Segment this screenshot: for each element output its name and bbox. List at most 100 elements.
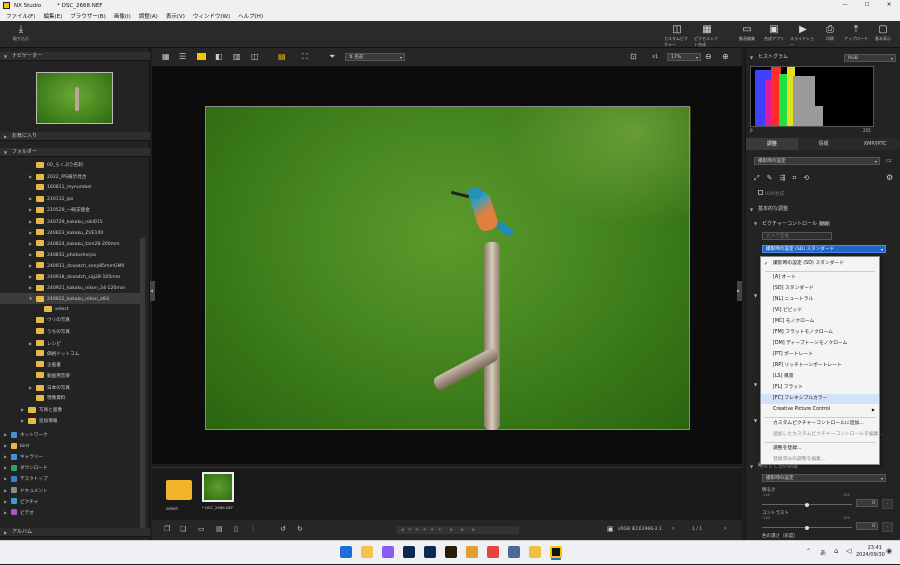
picture-control-option[interactable]: Creative Picture Control ▶	[761, 405, 879, 415]
copy-icon[interactable]: ❐	[164, 525, 170, 533]
tab-adjust[interactable]: 調整	[746, 138, 798, 150]
filmstrip-item-select[interactable]: select	[164, 476, 194, 516]
volume-icon[interactable]: ◁	[846, 547, 851, 555]
expand-arrow-icon[interactable]: ▶	[29, 216, 36, 227]
sort-dropdown[interactable]: ⇅ 名前 ▾	[345, 53, 405, 61]
place-item[interactable]: ▶ ネットワーク	[0, 429, 48, 440]
brightness-value[interactable]: 0	[856, 499, 878, 507]
close-button[interactable]: ✕	[878, 0, 900, 11]
place-item[interactable]: ▶ デスクトップ	[0, 473, 48, 484]
place-item[interactable]: ▶ ギャラリー	[0, 451, 43, 462]
contrast-slider[interactable]	[762, 525, 852, 530]
preset-dropdown[interactable]: 撮影時の設定 ▾	[754, 157, 880, 165]
contrast-reset-button[interactable]: ·	[882, 522, 893, 532]
menu-file[interactable]: ファイル(F)	[6, 12, 35, 20]
composite-app-button[interactable]: ▣ 合成アプリ	[761, 24, 787, 42]
folder-app-icon[interactable]	[529, 546, 541, 558]
expand-arrow-icon[interactable]: ▶	[29, 249, 36, 260]
folder-tree-item[interactable]: ▶ 210112_ips	[0, 193, 140, 204]
maximize-button[interactable]: ☐	[856, 0, 878, 11]
navigator-header[interactable]: ▼ ナビゲーター	[0, 52, 150, 61]
camera-compat-dropdown[interactable]: カメラ互換	[762, 232, 832, 240]
folder-tree-item[interactable]: 現像資料	[0, 393, 140, 404]
network-icon[interactable]: ⌂	[834, 547, 838, 555]
settings-gear-icon[interactable]: ⚙	[886, 173, 893, 182]
fit-icon[interactable]: ⊡	[630, 52, 637, 61]
picture-control-option[interactable]: [SD] スタンダード	[761, 284, 879, 294]
zoom-ratio[interactable]: x1	[652, 54, 658, 60]
folder-tree-item[interactable]: ▶ 240921_kakaku_nikon_24-120mm	[0, 282, 140, 293]
stack-icon[interactable]: ❏	[180, 525, 186, 533]
menu-help[interactable]: ヘルプ(H)	[238, 12, 263, 20]
expand-arrow-icon[interactable]: ▶	[29, 282, 36, 293]
expand-arrow-icon[interactable]: ▶	[29, 171, 36, 182]
folder-tree-item[interactable]: ▶ レシピ	[0, 338, 140, 349]
archive-icon[interactable]	[466, 546, 478, 558]
slideshow-button[interactable]: ▶ スライドショー	[790, 24, 816, 48]
right-panel-toggle[interactable]: ▶	[737, 281, 742, 301]
brightness-reset-button[interactable]: ·	[882, 499, 893, 509]
folder-tree-item[interactable]: ウリの写真	[0, 315, 140, 326]
dual-view-icon[interactable]: ◫	[251, 52, 259, 61]
next-image-button[interactable]: ›	[724, 525, 726, 532]
expand-arrow-icon[interactable]: ▶	[29, 271, 36, 282]
upload-button[interactable]: ⤒ アップロード	[843, 24, 869, 42]
nx-studio-icon[interactable]	[550, 546, 562, 558]
auto-retouch-icon[interactable]: ⤢	[754, 174, 760, 183]
album-header[interactable]: ▶ アルバム	[0, 528, 150, 537]
menu-window[interactable]: ウィンドウ(W)	[193, 12, 230, 20]
fit-screen-icon[interactable]: ⛶	[302, 52, 308, 62]
expand-arrow-icon[interactable]: ▶	[29, 338, 36, 349]
tab-info[interactable]: 情報	[797, 138, 850, 150]
clock[interactable]: 23:41 2024/09/30	[856, 545, 885, 559]
tree-scrollbar[interactable]	[140, 238, 145, 528]
basic-view-button[interactable]: ▢ 基本表示	[870, 24, 896, 42]
zoom-dropdown[interactable]: 17% ▾	[667, 53, 701, 61]
folder-tree-item[interactable]: ▶ 240831_photosherpa	[0, 249, 140, 260]
label-filter-icon[interactable]: ▤	[278, 52, 286, 61]
chrome-icon[interactable]	[487, 546, 499, 558]
fit-one-icon[interactable]: ▭	[198, 525, 205, 533]
expand-arrow-icon[interactable]: ▶	[29, 238, 36, 249]
navigator-thumbnail[interactable]	[36, 72, 113, 124]
expand-arrow-icon[interactable]: ▶	[4, 451, 11, 462]
picture-control-option[interactable]: [FM] フラットモノクローム	[761, 328, 879, 338]
filmstrip-view-icon[interactable]: ◧	[215, 52, 223, 61]
hdr-checkbox-label[interactable]: HDR合成	[756, 190, 784, 197]
movie-edit-button[interactable]: ▭ 動画編集	[734, 24, 760, 42]
folder-tree-item[interactable]: 企画書	[0, 360, 140, 371]
basic-adjust-header[interactable]: ▼ 基本的な調整	[746, 205, 900, 214]
folder-tree-item[interactable]: 価格ドットコム	[0, 349, 140, 360]
expand-arrow-icon[interactable]: ▶	[4, 485, 11, 496]
menu-browser[interactable]: ブラウザー(B)	[70, 12, 106, 20]
curves-icon[interactable]: ⇶	[779, 174, 785, 183]
tray-chevron-icon[interactable]: ⌃	[806, 548, 811, 555]
zoom-in-icon[interactable]: ⊕	[722, 52, 729, 61]
folder-tree-item[interactable]: うちの写真	[0, 327, 140, 338]
picture-control-option[interactable]: カスタムピクチャーコントロールに追加...	[761, 419, 879, 429]
collapse-arrow-icon[interactable]: ▼	[754, 293, 757, 298]
expand-arrow-icon[interactable]: ▶	[4, 462, 11, 473]
place-item[interactable]: ▶ ドキュメント	[0, 485, 48, 496]
menu-adjust[interactable]: 調整(A)	[139, 12, 158, 20]
folder-tree-item[interactable]: ▶ 日本の写真	[0, 382, 140, 393]
single-view-icon[interactable]	[197, 53, 206, 60]
brush-icon[interactable]: ✎	[767, 174, 773, 183]
slider-knob[interactable]	[805, 502, 809, 507]
picture-control-option[interactable]: 調整を登録...	[761, 444, 879, 454]
expand-arrow-icon[interactable]: ▶	[21, 404, 28, 415]
ime-indicator[interactable]: あ	[820, 548, 826, 557]
preset-menu-icon[interactable]: ▭	[886, 157, 892, 164]
rotate-left-icon[interactable]: ↺	[280, 525, 286, 533]
picture-control-option[interactable]: ✓ 撮影時の設定 (SD) スタンダード	[761, 259, 879, 269]
expand-arrow-icon[interactable]: ▶	[29, 382, 36, 393]
folder-tree-item[interactable]: ▶ 240823_kakaku_ZVE10II	[0, 227, 140, 238]
lower-preset-dropdown[interactable]: 撮影時の設定 ▾	[762, 474, 886, 482]
lightroom-classic-icon[interactable]	[424, 546, 436, 558]
place-item[interactable]: ▶ ダウンロード	[0, 462, 48, 473]
picture-control-option[interactable]: [VI] ビビッド	[761, 306, 879, 316]
rotate-right-icon[interactable]: ↻	[297, 525, 303, 533]
folder-tree-item[interactable]: ▶ 写真と画像	[0, 404, 140, 415]
picture-control-option[interactable]: [FC] フレキシブルカラー	[761, 394, 879, 404]
expand-arrow-icon[interactable]: ▶	[21, 415, 28, 426]
